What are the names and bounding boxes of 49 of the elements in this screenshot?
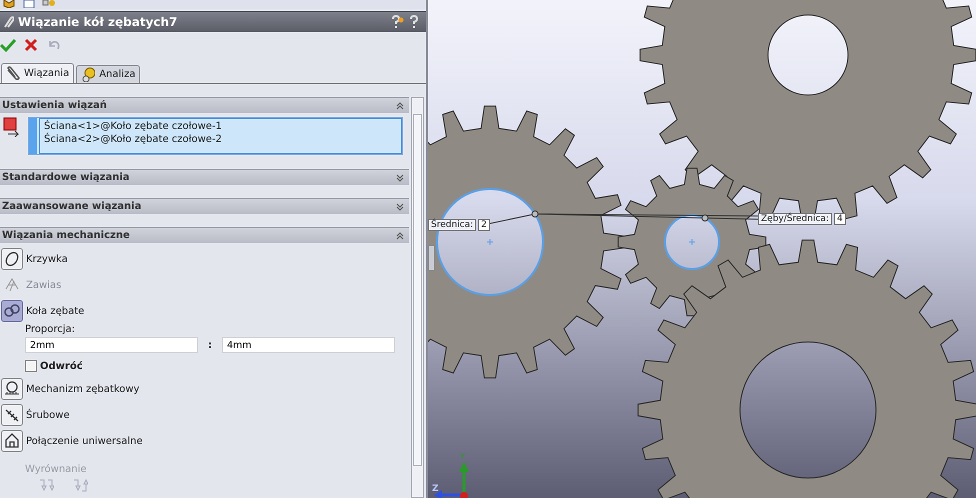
section-header[interactable]: Zaawansowane wiązania (0, 198, 409, 214)
mate-label: Mechanizm zębatkowy (26, 384, 140, 394)
mate-label: Zawias (26, 280, 62, 290)
mate-label: Koła zębate (26, 306, 84, 316)
ratio-separator: : (207, 340, 213, 350)
tab[interactable]: Wiązania (1, 63, 74, 83)
ratio-label: Proporcja: (25, 324, 76, 335)
selection-item[interactable]: Ściana<1>@Koło zębate czołowe-1 (44, 120, 397, 133)
selection-item[interactable]: Ściana<2>@Koło zębate czołowe-2 (44, 133, 397, 146)
selection-icon (2, 117, 20, 137)
panel-collapse-handle[interactable] (428, 245, 435, 271)
ok-check-icon[interactable] (0, 38, 16, 52)
ratio-input[interactable]: 2mm (25, 337, 198, 353)
expand-chevron-icon[interactable] (395, 172, 405, 183)
axis-label: Y (460, 452, 465, 461)
tab[interactable]: Analiza (76, 65, 140, 83)
mate-label: Śrubowe (26, 410, 70, 420)
checkbox[interactable] (25, 360, 37, 372)
mate-button[interactable] (1, 430, 23, 452)
cube-icon[interactable] (2, 0, 16, 9)
gears-drawing[interactable] (428, 0, 976, 498)
section-header[interactable]: Ustawienia wiązań (0, 97, 409, 113)
collapse-chevron-icon[interactable] (395, 100, 405, 111)
paperclip-icon (6, 66, 20, 81)
document-icon[interactable] (22, 0, 36, 9)
scrollbar[interactable] (411, 97, 424, 498)
axis-label: Z (432, 484, 439, 494)
dimension-value[interactable]: 2 (478, 219, 490, 231)
help-icon[interactable] (408, 15, 420, 29)
expand-chevron-icon[interactable] (395, 201, 405, 212)
cancel-x-icon[interactable] (24, 38, 38, 52)
dimension-label: Zęby/Średnica: (758, 213, 832, 225)
mate-button[interactable] (1, 404, 23, 426)
mate-button[interactable] (1, 248, 23, 270)
dimension-label: Średnica: (428, 219, 476, 231)
panel-title: Wiązanie kół zębatych7 (18, 15, 178, 29)
checkbox-label: Odwróć (40, 360, 83, 372)
alignment-label: Wyrównanie (25, 464, 88, 475)
help-icon[interactable] (390, 15, 404, 29)
selection-list[interactable]: Ściana<1>@Koło zębate czołowe-1 Ściana<2>@Koło zębate czołowe-2 (28, 117, 403, 155)
collapse-chevron-icon[interactable] (395, 230, 405, 241)
section-header[interactable]: Wiązania mechaniczne (0, 227, 409, 243)
dimension-value[interactable]: 4 (834, 213, 846, 225)
section-header[interactable]: Standardowe wiązania (0, 169, 409, 185)
mate-label: Połączenie uniwersalne (26, 436, 143, 446)
ratio-input[interactable]: 4mm (222, 337, 395, 353)
mate-label: Krzywka (26, 254, 68, 264)
mate-button[interactable] (1, 378, 23, 400)
paperclip-icon (2, 15, 14, 29)
